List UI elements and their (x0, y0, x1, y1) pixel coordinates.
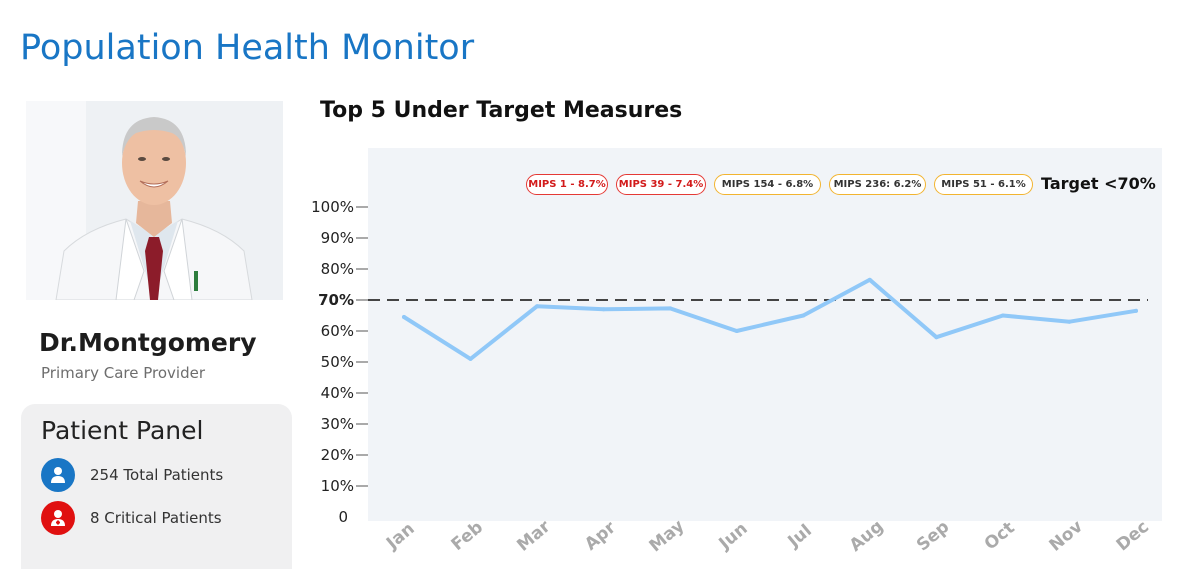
plot-area (368, 148, 1162, 521)
data-point (801, 313, 806, 318)
line-chart: 0 10% 20% 30% 40% 50% 60% 70% 80% 90% 100% Jan Feb Ma… (311, 148, 1162, 556)
data-point (668, 306, 673, 311)
avatar (26, 101, 283, 300)
doctor-portrait-icon (26, 101, 283, 300)
y-tick-label: 10% (321, 477, 354, 495)
data-point (402, 315, 406, 320)
y-tick-label: 40% (321, 384, 354, 402)
user-icon (41, 458, 75, 492)
x-tick-label: Sep (913, 517, 953, 555)
critical-user-icon (41, 501, 75, 535)
y-tick-label: 80% (321, 260, 354, 278)
y-tick-label: 100% (311, 198, 354, 216)
x-tick-label: Mar (513, 516, 554, 555)
measure-badge-mips-236[interactable]: MIPS 236: 6.2% (829, 174, 926, 195)
measure-badge-mips-1[interactable]: MIPS 1 - 8.7% (526, 174, 608, 195)
x-tick-label: Oct (981, 518, 1019, 554)
data-point (734, 329, 739, 333)
data-point (1134, 308, 1138, 313)
data-point (468, 356, 473, 361)
x-tick-label: Aug (846, 516, 888, 555)
total-patients-stat[interactable]: 254 Total Patients (41, 458, 223, 492)
x-tick-label: Nov (1046, 517, 1087, 556)
measure-badge-mips-39[interactable]: MIPS 39 - 7.4% (616, 174, 706, 195)
x-tick-label: Apr (581, 517, 620, 554)
x-tick-label: Jun (715, 519, 752, 555)
x-tick-label: Jan (382, 519, 419, 554)
y-tick-label: 30% (321, 415, 354, 433)
patient-panel: Patient Panel 254 Total Patients 8 Criti… (21, 404, 292, 569)
measure-badge-mips-154[interactable]: MIPS 154 - 6.8% (714, 174, 821, 195)
provider-role: Primary Care Provider (41, 364, 205, 382)
total-patients-label: 254 Total Patients (90, 466, 224, 484)
critical-patients-label: 8 Critical Patients (90, 509, 222, 527)
data-point (535, 304, 540, 309)
measure-badge-mips-51[interactable]: MIPS 51 - 6.1% (934, 174, 1033, 195)
x-tick-label: Dec (1113, 517, 1153, 555)
patient-panel-title: Patient Panel (41, 416, 204, 445)
chart-title: Top 5 Under Target Measures (320, 98, 683, 123)
y-tick-label: 20% (321, 446, 354, 464)
data-point (1000, 313, 1005, 318)
y-tick-label: 60% (321, 322, 354, 340)
app-title: Population Health Monitor (20, 28, 475, 68)
target-label: Target <70% (1041, 174, 1156, 193)
critical-patients-stat[interactable]: 8 Critical Patients (41, 501, 222, 535)
y-tick-label: 50% (321, 353, 354, 371)
x-tick-label: Feb (448, 517, 487, 555)
y-tick-label: 90% (321, 229, 354, 247)
data-point (934, 335, 939, 340)
data-point (601, 307, 606, 312)
data-point (1067, 319, 1072, 324)
y-tick-label: 0 (338, 508, 348, 526)
x-tick-label: May (646, 516, 689, 556)
y-tick-label: 70% (318, 291, 354, 309)
data-point (867, 277, 872, 282)
x-tick-label: Jul (784, 521, 816, 553)
provider-name: Dr.Montgomery (39, 328, 257, 357)
